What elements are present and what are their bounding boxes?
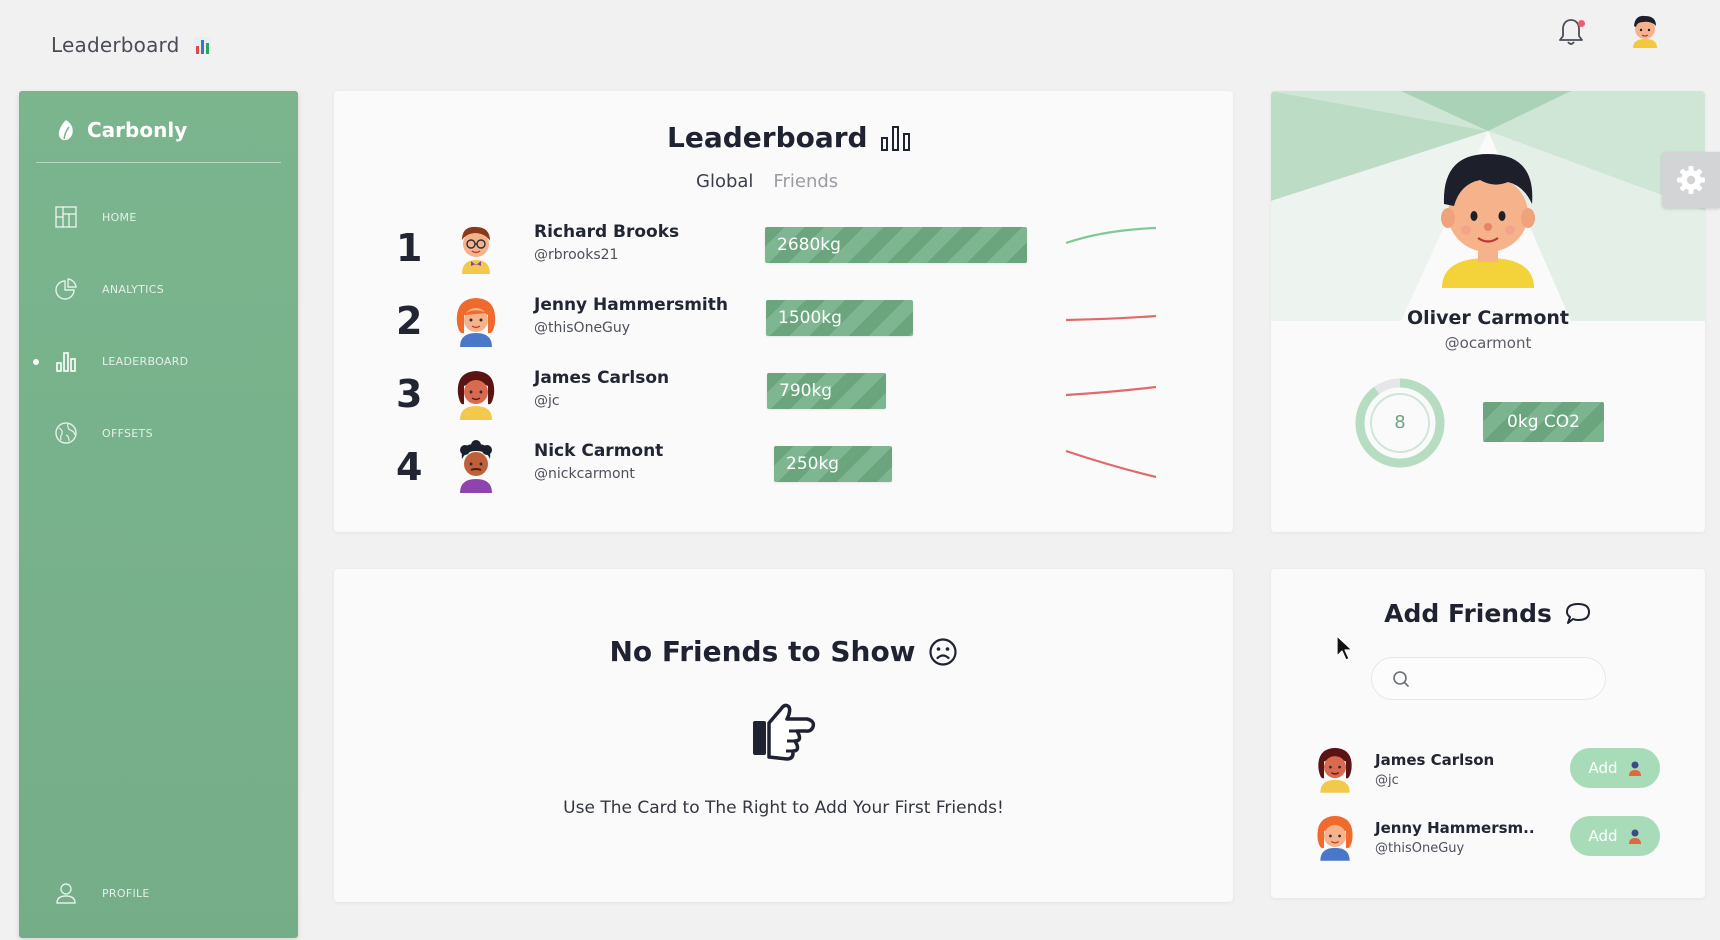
trend-sparkline <box>1065 226 1157 245</box>
leaderboard-row: 4 Nick Carmont @nickcarmont 250kg <box>334 437 1233 503</box>
tab-friends[interactable]: Friends <box>773 171 838 192</box>
rank-number: 1 <box>396 226 423 270</box>
sidebar-item-offsets[interactable]: OFFSETS <box>19 413 298 453</box>
profile-handle: @ocarmont <box>1444 334 1532 352</box>
ring-value: 8 <box>1394 412 1406 433</box>
leaderboard-row: 2 Jenny Hammersmith @thisOneGuy 1500kg <box>334 291 1233 357</box>
friend-suggestion: Jenny Hammersm.. @thisOneGuy Add <box>1271 810 1705 864</box>
emission-bar: 790kg <box>767 373 886 409</box>
search-input[interactable] <box>1418 666 1593 692</box>
active-indicator <box>33 359 39 365</box>
sidebar-item-label: PROFILE <box>102 887 150 900</box>
leaderboard-row: 3 James Carlson @jc 790kg <box>334 364 1233 430</box>
search-icon <box>1393 671 1410 688</box>
avatar <box>460 440 492 493</box>
trend-sparkline <box>1065 385 1157 397</box>
no-friends-message: Use The Card to The Right to Add Your Fi… <box>563 798 1004 818</box>
tab-global[interactable]: Global <box>696 171 753 192</box>
friend-name: Jenny Hammersm.. <box>1375 819 1535 837</box>
leaderboard-tabs: Global Friends <box>696 171 838 192</box>
avatar <box>456 298 496 347</box>
add-friend-button[interactable]: Add <box>1570 748 1660 788</box>
add-friends-title-text: Add Friends <box>1384 599 1552 628</box>
bar-chart-icon <box>880 125 910 151</box>
settings-button[interactable] <box>1662 152 1720 208</box>
add-user-icon <box>1628 829 1641 844</box>
trend-sparkline <box>1065 449 1157 479</box>
add-button-label: Add <box>1588 827 1618 845</box>
profile-card: Oliver Carmont @ocarmont 8 0kg CO2 <box>1271 91 1705 532</box>
add-button-label: Add <box>1588 759 1618 777</box>
friend-name: James Carlson <box>1375 751 1495 769</box>
friend-suggestion: James Carlson @jc Add <box>1271 742 1705 796</box>
leaderboard-title: Leaderboard <box>667 121 912 154</box>
mouse-cursor-icon <box>1336 635 1353 661</box>
sad-face-icon <box>928 637 957 666</box>
sidebar-item-label: OFFSETS <box>102 427 153 440</box>
page-title-text: Leaderboard <box>51 33 180 57</box>
trend-sparkline <box>1065 314 1157 322</box>
sidebar-item-analytics[interactable]: ANALYTICS <box>19 269 298 309</box>
player-handle: @thisOneGuy <box>534 320 631 336</box>
add-friends-card: Add Friends James Carlson @jc Add Jenny … <box>1271 569 1705 898</box>
avatar <box>1318 747 1352 793</box>
sidebar-item-label: ANALYTICS <box>102 283 164 296</box>
leaf-icon <box>58 120 73 141</box>
rank-number: 2 <box>396 299 423 343</box>
chat-bubble-icon <box>1565 602 1590 624</box>
add-friends-title: Add Friends <box>1271 599 1705 628</box>
user-avatar-icon <box>1633 15 1657 48</box>
sidebar-item-leaderboard[interactable]: LEADERBOARD <box>19 341 298 381</box>
player-handle: @nickcarmont <box>534 466 635 482</box>
player-handle: @jc <box>534 393 560 409</box>
user-icon <box>56 883 76 904</box>
sidebar-item-home[interactable]: HOME <box>19 197 298 237</box>
sidebar-item-label: LEADERBOARD <box>102 355 189 368</box>
sidebar-item-profile[interactable]: PROFILE <box>19 873 298 913</box>
avatar <box>1317 815 1353 861</box>
gear-icon <box>1677 166 1705 194</box>
no-friends-title-text: No Friends to Show <box>609 635 916 668</box>
profile-name: Oliver Carmont <box>1406 307 1570 329</box>
friend-search[interactable] <box>1371 657 1606 700</box>
brand-name: Carbonly <box>87 118 188 142</box>
friend-handle: @jc <box>1375 773 1399 788</box>
player-handle: @rbrooks21 <box>534 247 619 263</box>
pointing-hand-icon <box>753 703 816 761</box>
sidebar-divider <box>36 162 281 163</box>
co2-badge: 0kg CO2 <box>1483 402 1604 442</box>
emission-bar: 2680kg <box>765 227 1027 263</box>
player-name: Nick Carmont <box>534 441 664 461</box>
notifications-button[interactable] <box>1557 17 1587 47</box>
bar-chart-icon <box>56 352 76 372</box>
add-user-icon <box>1628 761 1641 776</box>
bar-chart-emoji-icon <box>193 36 211 54</box>
emission-bar: 1500kg <box>766 300 913 336</box>
player-name: Jenny Hammersmith <box>534 295 728 315</box>
home-dashboard-icon <box>55 206 77 228</box>
leaderboard-row: 1 Richard Brooks @rbrooks21 2680kg <box>334 218 1233 284</box>
top-user-avatar[interactable] <box>1627 12 1663 48</box>
emission-bar: 250kg <box>774 446 892 482</box>
pie-chart-icon <box>55 278 77 300</box>
profile-avatar <box>1441 154 1535 288</box>
avatar <box>462 226 490 274</box>
leaderboard-title-text: Leaderboard <box>667 121 868 154</box>
player-name: James Carlson <box>534 368 670 388</box>
no-friends-title: No Friends to Show <box>334 635 1233 668</box>
player-name: Richard Brooks <box>534 222 680 242</box>
friend-handle: @thisOneGuy <box>1375 841 1465 856</box>
sidebar: Carbonly HOME ANALYTICS LEADERBOARD OFFS… <box>19 91 298 938</box>
no-friends-card: No Friends to Show Use The Card to The R… <box>334 569 1233 902</box>
sidebar-item-label: HOME <box>102 211 137 224</box>
notification-dot <box>1578 20 1585 27</box>
brand[interactable]: Carbonly <box>55 118 187 142</box>
avatar <box>457 371 495 420</box>
rank-number: 3 <box>396 372 423 416</box>
add-friend-button[interactable]: Add <box>1570 816 1660 856</box>
leaderboard-card: Leaderboard Global Friends 1 Richard Bro… <box>334 91 1233 532</box>
page-title: Leaderboard <box>51 33 211 57</box>
globe-icon <box>55 422 77 444</box>
rank-number: 4 <box>396 445 423 489</box>
